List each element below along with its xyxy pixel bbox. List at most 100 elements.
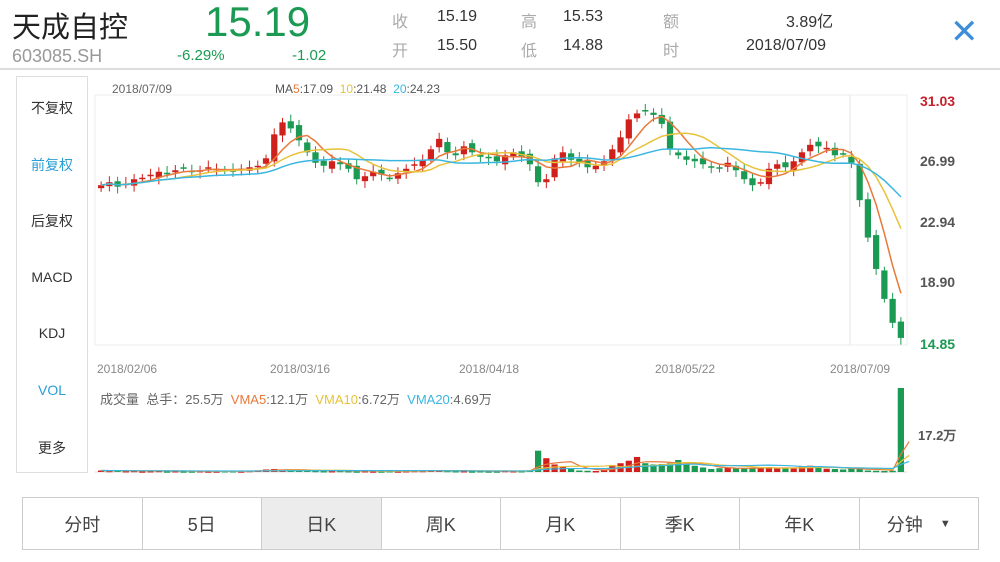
volume-bar: [683, 464, 690, 472]
volume-bar: [551, 464, 558, 472]
candle-body: [708, 166, 715, 168]
volume-bar: [774, 468, 781, 472]
candle-body: [757, 182, 764, 184]
volume-bar: [840, 469, 847, 472]
tab-5day[interactable]: 5日: [143, 498, 262, 549]
volume-bar: [576, 470, 583, 472]
candle-body: [147, 174, 154, 177]
candle-body: [98, 185, 105, 189]
candle-body: [567, 153, 575, 160]
vma5-value: :12.1万: [266, 392, 309, 407]
candle-body: [683, 156, 690, 160]
candle-body: [386, 177, 393, 180]
volume-bar: [782, 468, 789, 472]
candle-body: [469, 143, 476, 153]
candle-body: [312, 152, 319, 163]
volume-bar: [675, 459, 682, 472]
volume-bar: [889, 470, 896, 473]
x-label: 2018/05/22: [655, 362, 716, 376]
vma5-line: [101, 441, 910, 472]
candle-body: [650, 112, 657, 115]
tab-weekly-k[interactable]: 周K: [382, 498, 501, 549]
candle-body: [262, 158, 270, 164]
tab-daily-k[interactable]: 日K: [262, 498, 382, 549]
candle-body: [749, 178, 756, 186]
volume-bar: [831, 468, 839, 472]
volume-bar: [873, 470, 880, 473]
candle-body: [592, 165, 599, 170]
candle-body: [163, 172, 171, 175]
vma20-value: :4.69万: [449, 392, 492, 407]
y-label: 14.85: [920, 336, 956, 352]
volume-title: 成交量: [100, 392, 140, 407]
candle-body: [320, 160, 327, 166]
x-label: 2018/02/06: [97, 362, 158, 376]
candle-body: [444, 142, 451, 153]
y-label: 26.99: [920, 153, 956, 169]
candle-body: [543, 179, 550, 183]
ma20-line: [100, 146, 902, 198]
tab-yearly-k[interactable]: 年K: [740, 498, 860, 549]
period-tabs: 分时 5日 日K 周K 月K 季K 年K 分钟 ▼: [22, 497, 979, 550]
candle-body: [254, 165, 261, 168]
candle-body: [848, 156, 855, 163]
volume-bar: [642, 463, 649, 472]
tab-intraday[interactable]: 分时: [23, 498, 143, 549]
tab-label: 年K: [784, 514, 815, 535]
volume-bar: [139, 471, 146, 473]
candle-body: [840, 153, 847, 155]
x-label: 2018/04/18: [459, 362, 520, 376]
candle-body: [741, 171, 748, 180]
candle-body: [625, 119, 632, 139]
candle-body: [889, 298, 896, 323]
tab-label: 分钟: [886, 514, 923, 535]
kline-chart[interactable]: [0, 0, 1000, 562]
tab-label: 季K: [664, 514, 695, 535]
candle-body: [807, 144, 814, 152]
x-label: 2018/03/16: [270, 362, 331, 376]
volume-bar: [691, 465, 698, 472]
tab-label: 周K: [425, 514, 456, 535]
tab-label: 5日: [187, 514, 216, 535]
volume-bar: [823, 468, 830, 472]
volume-bar: [708, 468, 715, 472]
candle-body: [774, 164, 781, 169]
y-label: 31.03: [920, 93, 956, 109]
volume-bar: [584, 470, 591, 473]
candle-body: [823, 147, 830, 150]
vma5-label: VMA5: [230, 392, 267, 407]
volume-axis-label: 17.2万: [918, 428, 957, 443]
volume-bar: [741, 468, 748, 472]
tab-quarterly-k[interactable]: 季K: [621, 498, 740, 549]
candle-body: [691, 158, 698, 162]
tab-label: 日K: [306, 514, 337, 535]
candle-body: [452, 153, 459, 156]
candle-body: [436, 138, 443, 148]
volume-bar: [881, 470, 888, 473]
volume-bar: [633, 456, 641, 472]
candle-body: [881, 270, 888, 299]
candle-body: [493, 156, 500, 162]
candle-body: [287, 121, 294, 129]
volume-legend: 成交量 总手：25.5万 VMA5:12.1万 VMA10:6.72万 VMA2…: [100, 389, 492, 408]
tab-label: 月K: [545, 514, 576, 535]
candle-body: [534, 166, 542, 183]
tab-monthly-k[interactable]: 月K: [501, 498, 621, 549]
x-label: 2018/07/09: [830, 362, 891, 376]
candle-body: [716, 167, 723, 169]
candle-body: [460, 146, 468, 155]
price-panel-border: [94, 94, 908, 346]
y-label: 22.94: [920, 214, 956, 230]
candle-body: [139, 177, 146, 180]
candle-body: [205, 167, 212, 169]
volume-total: 总手：25.5万: [146, 392, 224, 407]
candle-body: [172, 170, 179, 173]
candle-body: [559, 152, 566, 162]
candle-body: [815, 141, 822, 147]
tab-minutes[interactable]: 分钟 ▼: [860, 498, 979, 549]
candle-body: [633, 113, 641, 119]
volume-bar: [716, 468, 723, 472]
volume-bar: [864, 470, 872, 472]
candle-body: [609, 149, 616, 160]
candle-body: [411, 164, 418, 166]
